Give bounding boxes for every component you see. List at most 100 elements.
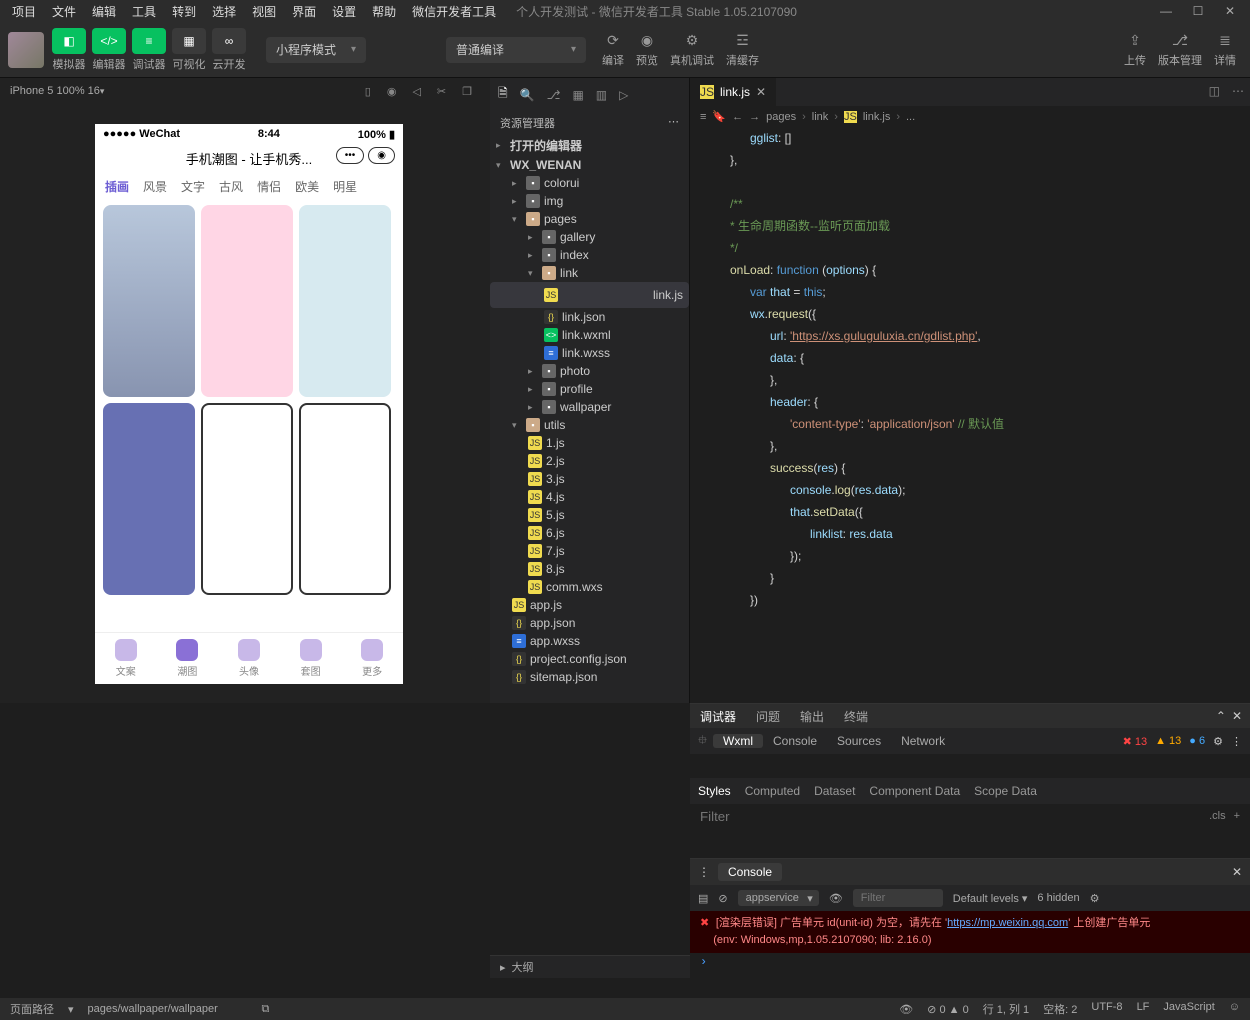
- cursor-position[interactable]: 行 1, 列 1: [983, 1001, 1029, 1017]
- wallpaper-item[interactable]: [103, 403, 195, 595]
- tree-file[interactable]: {}app.json: [490, 614, 689, 632]
- avatar[interactable]: [8, 32, 44, 68]
- tabbar-item[interactable]: 文案: [115, 639, 137, 678]
- menu-item[interactable]: 转到: [166, 1, 202, 22]
- tree-file[interactable]: JSlink.js: [490, 282, 689, 308]
- mute-icon[interactable]: ◁: [412, 85, 420, 98]
- visual-button[interactable]: ▦: [172, 28, 206, 54]
- branch-icon[interactable]: ⎇: [547, 88, 561, 102]
- eye-icon[interactable]: 👁: [829, 892, 843, 905]
- compile-icon[interactable]: ⟳: [603, 32, 623, 50]
- network-tab[interactable]: Network: [891, 734, 955, 748]
- close-tab-icon[interactable]: ✕: [756, 85, 766, 99]
- search-icon[interactable]: 🔍: [520, 88, 535, 102]
- console-input[interactable]: ›: [690, 953, 1250, 971]
- detail-icon[interactable]: ≣: [1215, 32, 1235, 50]
- menu-item[interactable]: 编辑: [86, 1, 122, 22]
- forward-icon[interactable]: →: [749, 111, 760, 123]
- tree-folder[interactable]: ▾▪pages: [490, 210, 689, 228]
- explorer-icon[interactable]: 🗎: [498, 84, 508, 105]
- category-tab[interactable]: 欧美: [295, 178, 319, 195]
- cloud-button[interactable]: ∞: [212, 28, 246, 54]
- error-badge[interactable]: ✖ 13: [1123, 735, 1148, 748]
- info-badge[interactable]: ● 6: [1189, 735, 1205, 748]
- component-data-tab[interactable]: Component Data: [869, 784, 960, 798]
- mode-select[interactable]: 小程序模式▾: [266, 37, 366, 63]
- tabbar-item[interactable]: 潮图: [176, 639, 198, 678]
- menu-item[interactable]: 文件: [46, 1, 82, 22]
- grid-icon[interactable]: ▦: [572, 88, 583, 102]
- category-tab[interactable]: 古风: [219, 178, 243, 195]
- wallpaper-item[interactable]: [299, 205, 391, 397]
- breadcrumb[interactable]: ≡ 🔖 ← → pages› link› JSlink.js› ...: [690, 106, 1250, 127]
- preview-icon[interactable]: ◉: [637, 32, 657, 50]
- console-tab[interactable]: Console: [763, 734, 827, 748]
- debugger-button[interactable]: ≡: [132, 28, 166, 54]
- upload-icon[interactable]: ⇪: [1125, 32, 1145, 50]
- tree-file[interactable]: <>link.wxml: [490, 326, 689, 344]
- debugger-tab[interactable]: 调试器: [690, 708, 746, 725]
- tree-section[interactable]: ▾WX_WENAN: [490, 156, 689, 174]
- wxml-tab[interactable]: Wxml: [713, 734, 763, 748]
- copy-icon[interactable]: ❐: [462, 85, 472, 98]
- code-area[interactable]: gglist: [] }, /** * 生命周期函数--监听页面加载 */ on…: [690, 127, 1250, 703]
- scope-data-tab[interactable]: Scope Data: [974, 784, 1037, 798]
- tree-file[interactable]: JSapp.js: [490, 596, 689, 614]
- capsule-menu-icon[interactable]: •••: [336, 147, 365, 164]
- close-icon[interactable]: ✕: [1232, 865, 1242, 879]
- tree-file[interactable]: JS8.js: [490, 560, 689, 578]
- warning-badge[interactable]: ▲ 13: [1155, 735, 1181, 748]
- hidden-label[interactable]: 6 hidden: [1037, 892, 1079, 904]
- device-info[interactable]: iPhone 5 100% 16: [10, 85, 100, 97]
- category-tab[interactable]: 情侣: [257, 178, 281, 195]
- tree-file[interactable]: {}sitemap.json: [490, 668, 689, 686]
- computed-tab[interactable]: Computed: [745, 784, 800, 798]
- eye-icon[interactable]: 👁: [899, 1003, 913, 1016]
- menu-item[interactable]: 微信开发者工具: [406, 1, 502, 22]
- settings-icon[interactable]: ⚙: [1090, 892, 1100, 905]
- more-icon[interactable]: ⋮: [698, 865, 710, 879]
- menu-item[interactable]: 设置: [326, 1, 362, 22]
- clear-icon[interactable]: ⊘: [718, 892, 727, 905]
- tree-file[interactable]: JScomm.wxs: [490, 578, 689, 596]
- styles-tab[interactable]: Styles: [698, 784, 731, 798]
- cls-toggle[interactable]: .cls: [1209, 810, 1226, 822]
- record-icon[interactable]: ◉: [387, 85, 397, 98]
- tabbar-item[interactable]: 头像: [238, 639, 260, 678]
- tree-file[interactable]: JS1.js: [490, 434, 689, 452]
- tree-file[interactable]: {}link.json: [490, 308, 689, 326]
- inspect-icon[interactable]: ⯐: [698, 731, 707, 752]
- close-icon[interactable]: ✕: [1216, 4, 1244, 18]
- capsule-close-icon[interactable]: ◉: [368, 147, 395, 164]
- levels-select[interactable]: Default levels ▾: [953, 892, 1028, 905]
- more-icon[interactable]: ⋯: [668, 115, 679, 131]
- clear-cache-icon[interactable]: ☲: [733, 32, 753, 50]
- category-tab[interactable]: 插画: [105, 178, 129, 195]
- menu-item[interactable]: 帮助: [366, 1, 402, 22]
- page-path-input[interactable]: [88, 1003, 248, 1015]
- tree-file[interactable]: JS4.js: [490, 488, 689, 506]
- simulator-button[interactable]: ◧: [52, 28, 86, 54]
- dataset-tab[interactable]: Dataset: [814, 784, 855, 798]
- tree-folder[interactable]: ▾▪link: [490, 264, 689, 282]
- chevron-up-icon[interactable]: ⌃: [1216, 709, 1226, 723]
- menu-item[interactable]: 项目: [6, 1, 42, 22]
- tree-folder[interactable]: ▸▪wallpaper: [490, 398, 689, 416]
- tree-folder[interactable]: ▸▪index: [490, 246, 689, 264]
- terminal-tab[interactable]: 终端: [834, 708, 878, 725]
- tree-file[interactable]: JS2.js: [490, 452, 689, 470]
- indent-status[interactable]: 空格: 2: [1043, 1001, 1077, 1017]
- feedback-icon[interactable]: ☺: [1229, 1001, 1240, 1017]
- menu-item[interactable]: 选择: [206, 1, 242, 22]
- add-style-icon[interactable]: +: [1234, 810, 1240, 822]
- category-tab[interactable]: 文字: [181, 178, 205, 195]
- outline-section[interactable]: ▸大纲: [490, 955, 690, 978]
- tabbar-item[interactable]: 更多: [361, 639, 383, 678]
- split-icon[interactable]: ◫: [1203, 78, 1226, 106]
- menu-item[interactable]: 界面: [286, 1, 322, 22]
- maximize-icon[interactable]: ☐: [1184, 4, 1212, 18]
- console-filter-input[interactable]: [853, 889, 943, 907]
- tree-file[interactable]: {}project.config.json: [490, 650, 689, 668]
- sidebar-icon[interactable]: ▤: [698, 892, 708, 905]
- run-icon[interactable]: ▷: [619, 88, 628, 102]
